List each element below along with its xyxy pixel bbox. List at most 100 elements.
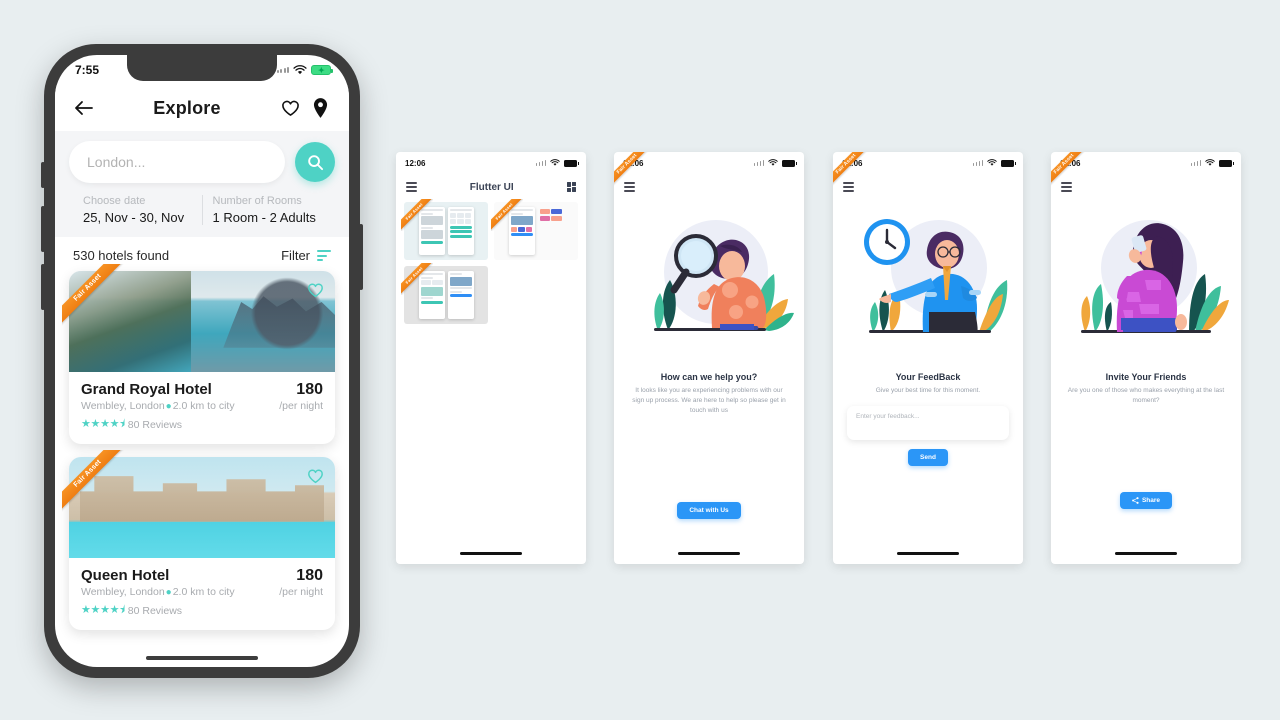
invite-illustration bbox=[1051, 204, 1241, 364]
wifi-icon bbox=[550, 159, 560, 166]
phone-volume-down-button bbox=[41, 264, 45, 310]
home-indicator bbox=[460, 552, 522, 555]
home-indicator bbox=[678, 552, 740, 555]
mini-screen-flutter-ui: 12:06 Flutter UI Fair Asset Fair Asset F… bbox=[396, 152, 586, 564]
review-count: 80 Reviews bbox=[127, 418, 183, 431]
mini-screen-feedback: Fair Asset 12:06 Your FeedBack Give your… bbox=[833, 152, 1023, 564]
phone-power-button bbox=[359, 224, 363, 290]
hamburger-menu-icon[interactable] bbox=[1061, 182, 1072, 192]
hotel-price: 180 bbox=[296, 381, 323, 398]
choose-date-value: 25, Nov - 30, Nov bbox=[83, 210, 185, 225]
thumbnail-card[interactable]: Fair Asset bbox=[401, 263, 488, 324]
grid-view-icon[interactable] bbox=[566, 182, 576, 192]
hotel-card[interactable]: Fair Asset Grand Royal Hotel 180 Wembley… bbox=[62, 264, 335, 444]
map-pin-icon: ● bbox=[165, 400, 172, 412]
status-bar: 12:06 bbox=[833, 152, 1023, 174]
signal-dots-icon bbox=[535, 160, 546, 166]
hotel-distance: 2.0 km to city bbox=[172, 586, 235, 598]
results-count: 530 hotels found bbox=[73, 248, 170, 263]
thumbnail-grid: Fair Asset Fair Asset Fair Asset bbox=[396, 199, 586, 326]
feedback-input-placeholder: Enter your feedback... bbox=[856, 413, 920, 421]
search-button[interactable] bbox=[295, 142, 335, 182]
thumbnail-card[interactable]: Fair Asset bbox=[401, 199, 488, 260]
phone-mute-switch bbox=[41, 162, 45, 188]
signal-dots-icon bbox=[972, 160, 983, 166]
price-unit: /per night bbox=[279, 586, 323, 598]
hotel-list: Fair Asset Grand Royal Hotel 180 Wembley… bbox=[55, 264, 349, 630]
battery-charging-icon: ✦ bbox=[311, 65, 333, 75]
hotel-name: Grand Royal Hotel bbox=[81, 381, 212, 398]
share-button[interactable]: Share bbox=[1119, 492, 1173, 510]
review-count: 80 Reviews bbox=[127, 604, 183, 617]
status-time: 12:06 bbox=[1060, 158, 1081, 168]
main-phone-mockup: 7:55 ✦ Explore London... Choose date 25,… bbox=[41, 44, 363, 678]
hotel-card-body: Queen Hotel 180 Wembley, London ● 2.0 km… bbox=[69, 558, 335, 630]
map-pin-icon: ● bbox=[165, 586, 172, 598]
status-time: 12:06 bbox=[623, 158, 644, 168]
main-phone-screen: 7:55 ✦ Explore London... Choose date 25,… bbox=[55, 55, 349, 667]
favorite-icon[interactable] bbox=[304, 465, 326, 487]
status-indicators: ✦ bbox=[276, 64, 333, 76]
phone-notch bbox=[127, 55, 277, 81]
mini-screen-help: Fair Asset 12:06 How can we help you? It… bbox=[614, 152, 804, 564]
price-unit: /per night bbox=[279, 400, 323, 412]
signal-dots-icon bbox=[1190, 160, 1201, 166]
search-icon bbox=[307, 154, 323, 170]
battery-icon bbox=[1001, 159, 1016, 167]
rooms-label: Number of Rooms bbox=[212, 195, 302, 207]
status-bar: 12:06 bbox=[396, 152, 586, 174]
status-indicators bbox=[535, 159, 579, 167]
screenshot-stage: 7:55 ✦ Explore London... Choose date 25,… bbox=[0, 0, 1280, 720]
page-title: Flutter UI bbox=[469, 181, 514, 193]
feedback-body: Give your best time for this moment. bbox=[875, 387, 981, 394]
invite-heading: Invite Your Friends bbox=[1105, 372, 1187, 382]
hotel-price: 180 bbox=[296, 567, 323, 584]
hotel-distance: 2.0 km to city bbox=[172, 400, 235, 412]
search-input[interactable]: London... bbox=[69, 141, 285, 183]
hotel-location-text: Wembley, London bbox=[81, 400, 165, 412]
hotel-card[interactable]: Fair Asset Queen Hotel 180 Wembley, Lond… bbox=[62, 450, 335, 630]
app-bar: Flutter UI bbox=[396, 174, 586, 200]
app-bar bbox=[833, 174, 1023, 200]
wifi-icon bbox=[768, 159, 778, 166]
send-button[interactable]: Send bbox=[908, 449, 948, 467]
hamburger-menu-icon[interactable] bbox=[624, 182, 635, 192]
help-illustration bbox=[614, 204, 804, 364]
status-time: 7:55 bbox=[75, 63, 100, 77]
battery-icon bbox=[564, 159, 579, 167]
app-bar: Explore bbox=[55, 85, 349, 131]
rooms-field[interactable]: Number of Rooms 1 Room - 2 Adults bbox=[201, 195, 332, 225]
rating-stars: ★★★★⯨ bbox=[81, 418, 125, 430]
feedback-input[interactable]: Enter your feedback... bbox=[847, 406, 1009, 441]
wifi-icon bbox=[1205, 159, 1215, 166]
arrow-left-icon[interactable] bbox=[73, 97, 95, 119]
feedback-illustration bbox=[833, 204, 1023, 364]
favorite-icon[interactable] bbox=[304, 279, 326, 301]
search-row: London... bbox=[69, 141, 335, 183]
app-bar bbox=[1051, 174, 1241, 200]
heart-icon[interactable] bbox=[279, 97, 301, 119]
hotel-location-text: Wembley, London bbox=[81, 586, 165, 598]
status-time: 12:06 bbox=[405, 158, 426, 168]
hotel-location: Wembley, London ● 2.0 km to city bbox=[81, 586, 235, 598]
booking-filters: Choose date 25, Nov - 30, Nov Number of … bbox=[69, 183, 335, 237]
help-heading: How can we help you? bbox=[660, 372, 758, 382]
phone-volume-up-button bbox=[41, 206, 45, 252]
filter-button[interactable]: Filter bbox=[281, 248, 331, 263]
share-button-label: Share bbox=[1141, 497, 1161, 505]
home-indicator bbox=[146, 656, 258, 660]
status-indicators bbox=[1190, 159, 1234, 167]
status-indicators bbox=[753, 159, 797, 167]
map-pin-icon[interactable] bbox=[309, 97, 331, 119]
status-indicators bbox=[972, 159, 1016, 167]
wifi-icon bbox=[987, 159, 997, 166]
choose-date-label: Choose date bbox=[83, 195, 146, 207]
hamburger-menu-icon[interactable] bbox=[843, 182, 854, 192]
choose-date-field[interactable]: Choose date 25, Nov - 30, Nov bbox=[73, 195, 202, 225]
thumbnail-card[interactable]: Fair Asset bbox=[491, 199, 578, 260]
hamburger-menu-icon[interactable] bbox=[406, 182, 417, 192]
chat-with-us-button[interactable]: Chat with Us bbox=[677, 502, 741, 520]
wifi-icon bbox=[293, 64, 307, 74]
battery-icon bbox=[1219, 159, 1234, 167]
search-section: London... Choose date 25, Nov - 30, Nov bbox=[55, 131, 349, 237]
